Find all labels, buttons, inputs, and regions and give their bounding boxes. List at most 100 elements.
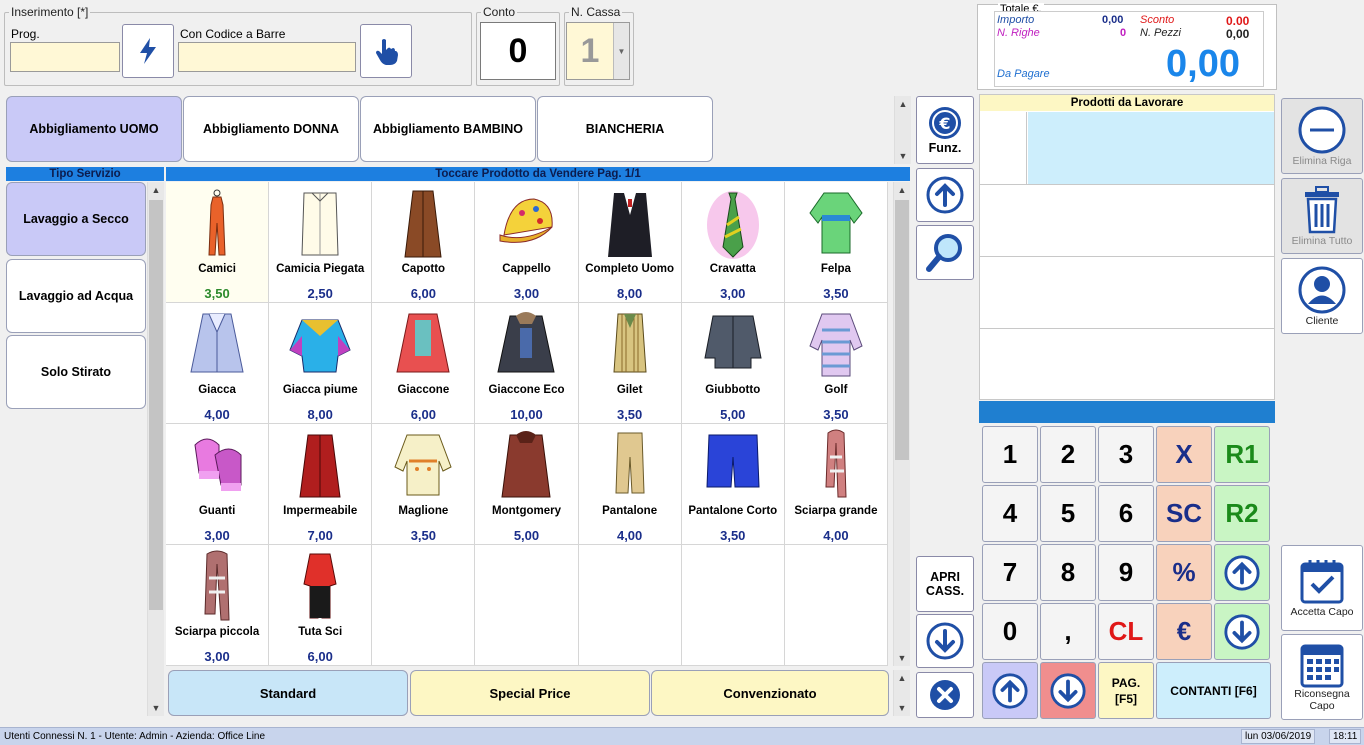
scroll-up-arrow-icon[interactable]: ▲: [894, 182, 910, 198]
tab-abbigliamento-bambino[interactable]: Abbigliamento BAMBINO: [360, 96, 536, 162]
product-bomber[interactable]: Giubbotto 5,00: [681, 303, 785, 424]
key-6[interactable]: 6: [1098, 485, 1154, 542]
cassa-select[interactable]: 1 ▼: [566, 22, 630, 80]
nav-down-button[interactable]: [916, 614, 974, 668]
key-sc[interactable]: SC: [1156, 485, 1212, 542]
product-suit[interactable]: Completo Uomo 8,00: [578, 182, 682, 303]
service-lavaggio-acqua[interactable]: Lavaggio ad Acqua: [6, 259, 146, 333]
product-pullover[interactable]: Golf 3,50: [784, 303, 888, 424]
funz-button[interactable]: € Funz.: [916, 96, 974, 164]
price-convenzionato-button[interactable]: Convenzionato: [651, 670, 889, 716]
product-sweatshirt[interactable]: Felpa 3,50: [784, 182, 888, 303]
riconsegna-capo-button[interactable]: Riconsegna Capo: [1281, 634, 1363, 720]
product-name: Camicia Piegata: [276, 263, 365, 275]
product-jacket[interactable]: Giacca 4,00: [166, 303, 270, 424]
product-cap[interactable]: Cappello 3,00: [475, 182, 579, 303]
key-3[interactable]: 3: [1098, 426, 1154, 483]
scroll-down-arrow-icon[interactable]: ▼: [894, 700, 910, 716]
key-2[interactable]: 2: [1040, 426, 1096, 483]
category-scrollbar[interactable]: ▲ ▼: [894, 96, 911, 164]
key-0[interactable]: 0: [982, 603, 1038, 660]
product-price: 3,00: [204, 649, 230, 664]
key-r2[interactable]: R2: [1214, 485, 1270, 542]
cancel-button[interactable]: [916, 672, 974, 718]
touch-button[interactable]: [360, 24, 412, 78]
tab-abbigliamento-donna[interactable]: Abbigliamento DONNA: [183, 96, 359, 162]
product-name: Cappello: [502, 263, 551, 275]
key-7[interactable]: 7: [982, 544, 1038, 601]
key-list-down[interactable]: [1040, 662, 1096, 719]
price-scrollbar[interactable]: ▲ ▼: [893, 670, 910, 716]
product-tie[interactable]: Cravatta 3,00: [681, 182, 785, 303]
service-scrollbar[interactable]: ▲ ▼: [147, 182, 164, 716]
key-up[interactable]: [1214, 544, 1270, 601]
product-shorts[interactable]: Pantalone Corto 3,50: [681, 424, 785, 545]
search-button[interactable]: [916, 225, 974, 280]
scroll-up-arrow-icon[interactable]: ▲: [148, 182, 164, 198]
key-8[interactable]: 8: [1040, 544, 1096, 601]
product-price: 10,00: [510, 407, 543, 422]
service-lavaggio-secco[interactable]: Lavaggio a Secco: [6, 182, 146, 256]
product-small-scarf[interactable]: Sciarpa piccola 3,00: [166, 545, 270, 666]
scroll-down-arrow-icon[interactable]: ▼: [148, 700, 164, 716]
price-special-button[interactable]: Special Price: [410, 670, 650, 716]
key-r1[interactable]: R1: [1214, 426, 1270, 483]
product-shirt[interactable]: Camicia Piegata 2,50: [269, 182, 373, 303]
key-5[interactable]: 5: [1040, 485, 1096, 542]
accetta-capo-button[interactable]: Accetta Capo: [1281, 545, 1363, 631]
key-4[interactable]: 4: [982, 485, 1038, 542]
lightning-button[interactable]: [122, 24, 174, 78]
pullover-icon: [785, 305, 887, 385]
products-scrollbar[interactable]: ▲ ▼: [893, 182, 910, 666]
work-row-selected[interactable]: [1028, 112, 1274, 184]
scroll-thumb[interactable]: [149, 200, 163, 610]
prog-label: Prog.: [11, 27, 40, 41]
service-solo-stirato[interactable]: Solo Stirato: [6, 335, 146, 409]
importo-value: 0,00: [1102, 14, 1124, 26]
product-ski-suit[interactable]: Tuta Sci 6,00: [269, 545, 373, 666]
product-gloves[interactable]: Guanti 3,00: [166, 424, 270, 545]
work-list[interactable]: Prodotti da Lavorare: [979, 94, 1275, 400]
product-vest[interactable]: Gilet 3,50: [578, 303, 682, 424]
key-down[interactable]: [1214, 603, 1270, 660]
elimina-tutto-button[interactable]: Elimina Tutto: [1281, 178, 1363, 254]
elimina-riga-button[interactable]: Elimina Riga: [1281, 98, 1363, 174]
product-coat[interactable]: Capotto 6,00: [372, 182, 476, 303]
cliente-button[interactable]: Cliente: [1281, 258, 1363, 334]
prog-input[interactable]: [10, 42, 120, 72]
scroll-thumb[interactable]: [895, 200, 909, 460]
product-price: 3,50: [616, 407, 643, 422]
product-name: Cravatta: [709, 263, 756, 275]
price-standard-button[interactable]: Standard: [168, 670, 408, 716]
key-clear[interactable]: CL: [1098, 603, 1154, 660]
tab-biancheria[interactable]: BIANCHERIA: [537, 96, 713, 162]
product-scarf[interactable]: Sciarpa grande 4,00: [784, 424, 888, 545]
scroll-up-arrow-icon[interactable]: ▲: [895, 96, 911, 112]
key-multiply[interactable]: X: [1156, 426, 1212, 483]
product-montgomery[interactable]: Montgomery 5,00: [475, 424, 579, 545]
contanti-button[interactable]: CONTANTI [F6]: [1156, 662, 1271, 719]
product-sweater[interactable]: Maglione 3,50: [372, 424, 476, 545]
product-camici[interactable]: Camici 3,50: [166, 182, 270, 303]
key-comma[interactable]: ,: [1040, 603, 1096, 660]
key-percent[interactable]: %: [1156, 544, 1212, 601]
key-9[interactable]: 9: [1098, 544, 1154, 601]
product-eco-parka[interactable]: Giaccone Eco 10,00: [475, 303, 579, 424]
product-down-jacket[interactable]: Giacca piume 8,00: [269, 303, 373, 424]
tab-abbigliamento-uomo[interactable]: Abbigliamento UOMO: [6, 96, 182, 162]
apri-cassetto-button[interactable]: APRI CASS.: [916, 556, 974, 612]
scroll-up-arrow-icon[interactable]: ▲: [894, 670, 910, 686]
product-raincoat[interactable]: Impermeabile 7,00: [269, 424, 373, 545]
barcode-input[interactable]: [178, 42, 356, 72]
product-parka[interactable]: Giaccone 6,00: [372, 303, 476, 424]
da-pagare-label: Da Pagare: [997, 68, 1050, 80]
key-euro[interactable]: €: [1156, 603, 1212, 660]
product-trousers[interactable]: Pantalone 4,00: [578, 424, 682, 545]
key-list-up[interactable]: [982, 662, 1038, 719]
status-time: 18:11: [1329, 729, 1362, 744]
key-1[interactable]: 1: [982, 426, 1038, 483]
pag-button[interactable]: PAG. [F5]: [1098, 662, 1154, 719]
scroll-down-arrow-icon[interactable]: ▼: [895, 148, 911, 164]
scroll-down-arrow-icon[interactable]: ▼: [894, 650, 910, 666]
nav-up-button[interactable]: [916, 168, 974, 222]
